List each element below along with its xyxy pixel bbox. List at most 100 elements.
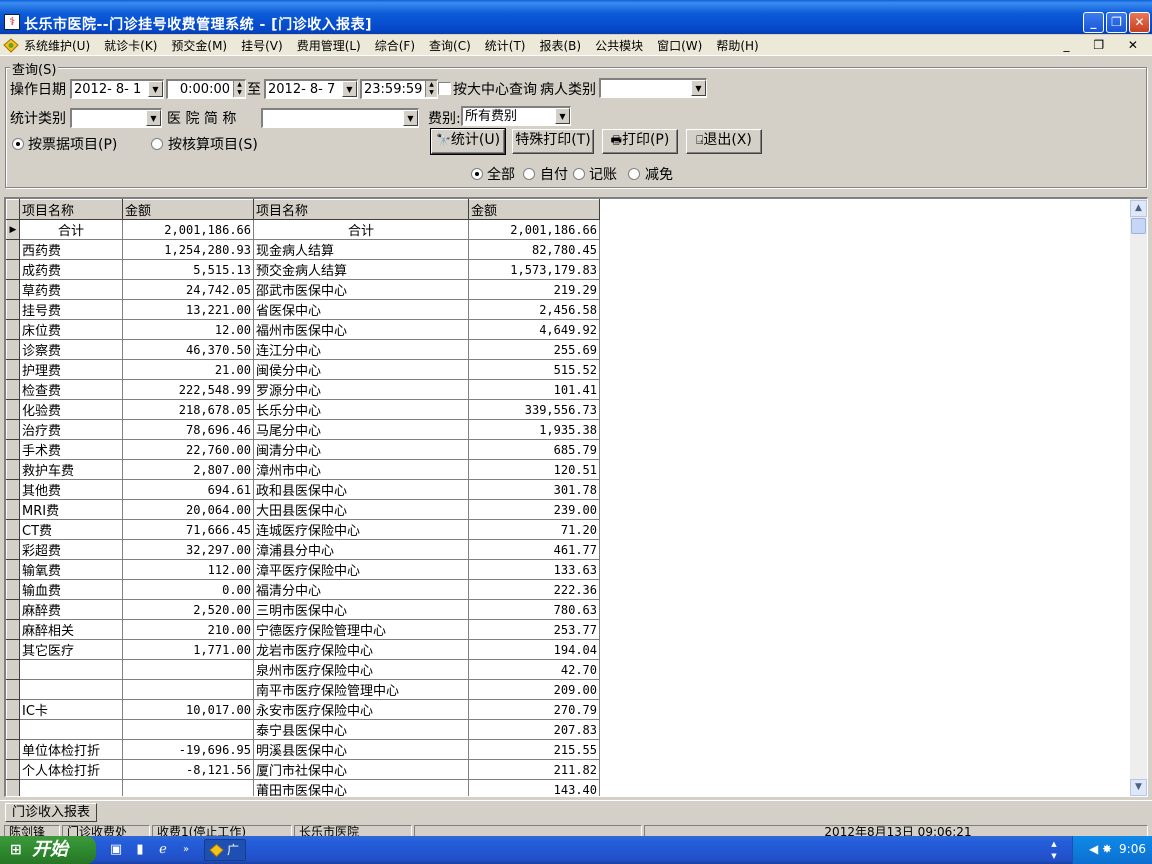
item-name-cell[interactable]: 单位体检打折: [19, 739, 123, 760]
table-row[interactable]: 莆田市医保中心 143.40: [6, 779, 600, 796]
amount-cell[interactable]: 78,696.46: [122, 419, 254, 440]
quicklaunch-more-icon[interactable]: »: [178, 842, 194, 858]
item-name-cell[interactable]: 明溪县医保中心: [253, 739, 469, 760]
table-row[interactable]: 床位费 12.00 福州市医保中心 4,649.92: [6, 319, 600, 340]
menu-statistics[interactable]: 统计(T): [485, 37, 526, 54]
row-indicator-cell[interactable]: [6, 359, 20, 380]
amount-cell[interactable]: 5,515.13: [122, 259, 254, 280]
row-indicator-cell[interactable]: [6, 739, 20, 760]
item-name-cell[interactable]: 政和县医保中心: [253, 479, 469, 500]
item-name-cell[interactable]: 床位费: [19, 319, 123, 340]
amount-cell[interactable]: 1,573,179.83: [468, 259, 600, 280]
tab-income-report[interactable]: 门诊收入报表: [5, 803, 98, 822]
spin-updown-icon[interactable]: ▲ ▼: [233, 81, 245, 97]
row-indicator-cell[interactable]: [6, 399, 20, 420]
item-name-cell[interactable]: 福清分中心: [253, 579, 469, 600]
item-name-cell[interactable]: 麻醉费: [19, 599, 123, 620]
row-indicator-cell[interactable]: [6, 339, 20, 360]
amount-cell[interactable]: 42.70: [468, 659, 600, 680]
item-name-cell[interactable]: 龙岩市医疗保险中心: [253, 639, 469, 660]
row-indicator-cell[interactable]: [6, 579, 20, 600]
end-time-input[interactable]: 23:59:59 ▲ ▼: [360, 79, 438, 99]
item-name-cell[interactable]: 输血费: [19, 579, 123, 600]
item-name-cell[interactable]: 福州市医保中心: [253, 319, 469, 340]
item-name-cell[interactable]: 合计: [19, 219, 123, 240]
menu-register[interactable]: 挂号(V): [241, 37, 283, 54]
payment-all-radio[interactable]: [471, 168, 483, 180]
amount-cell[interactable]: 120.51: [468, 459, 600, 480]
maximize-button[interactable]: ❐: [1106, 12, 1127, 33]
item-name-cell[interactable]: 三明市医保中心: [253, 599, 469, 620]
row-indicator-cell[interactable]: [6, 479, 20, 500]
item-name-cell[interactable]: 合计: [253, 219, 469, 240]
table-row[interactable]: 救护车费 2,807.00 漳州市中心 120.51: [6, 459, 600, 480]
start-button[interactable]: ⊞ 开始: [0, 836, 96, 864]
table-row[interactable]: 成药费 5,515.13 预交金病人结算 1,573,179.83: [6, 259, 600, 280]
mdi-window-controls[interactable]: _ ❐ ✕: [1064, 38, 1148, 52]
item-name-cell[interactable]: 闽侯分中心: [253, 359, 469, 380]
start-date-picker[interactable]: 2012- 8- 1 ▼: [70, 79, 164, 99]
row-indicator-cell[interactable]: [6, 759, 20, 780]
table-row[interactable]: 麻醉相关 210.00 宁德医疗保险管理中心 253.77: [6, 619, 600, 640]
item-name-cell[interactable]: 检查费: [19, 379, 123, 400]
stat-button[interactable]: 🔭统计(U): [430, 128, 506, 155]
row-indicator-cell[interactable]: [6, 659, 20, 680]
amount-cell[interactable]: 215.55: [468, 739, 600, 760]
item-name-cell[interactable]: 漳浦县分中心: [253, 539, 469, 560]
chevron-down-icon[interactable]: ▼: [555, 108, 570, 124]
item-name-cell[interactable]: [19, 779, 123, 796]
row-indicator-cell[interactable]: [6, 299, 20, 320]
amount-cell[interactable]: -19,696.95: [122, 739, 254, 760]
amount-cell[interactable]: 10,017.00: [122, 699, 254, 720]
header-amount-2[interactable]: 金额: [468, 199, 600, 220]
media-player-icon[interactable]: ▮: [132, 842, 148, 858]
item-name-cell[interactable]: 莆田市医保中心: [253, 779, 469, 796]
hospital-select[interactable]: ▼: [261, 108, 419, 128]
item-name-cell[interactable]: 西药费: [19, 239, 123, 260]
scroll-thumb[interactable]: [1131, 218, 1146, 234]
row-indicator-cell[interactable]: [6, 519, 20, 540]
table-row[interactable]: 手术费 22,760.00 闽清分中心 685.79: [6, 439, 600, 460]
amount-cell[interactable]: 209.00: [468, 679, 600, 700]
center-query-checkbox[interactable]: [438, 82, 451, 95]
taskbar-app-item[interactable]: 广: [204, 839, 246, 861]
row-indicator-cell[interactable]: [6, 539, 20, 560]
browser-icon[interactable]: ℯ: [155, 842, 171, 858]
table-row[interactable]: 泰宁县医保中心 207.83: [6, 719, 600, 740]
scroll-up-icon[interactable]: ▲: [1130, 200, 1147, 217]
table-row[interactable]: IC卡 10,017.00 永安市医疗保险中心 270.79: [6, 699, 600, 720]
amount-cell[interactable]: 2,456.58: [468, 299, 600, 320]
item-name-cell[interactable]: 手术费: [19, 439, 123, 460]
table-row[interactable]: 输血费 0.00 福清分中心 222.36: [6, 579, 600, 600]
table-row[interactable]: 草药费 24,742.05 邵武市医保中心 219.29: [6, 279, 600, 300]
table-row[interactable]: 挂号费 13,221.00 省医保中心 2,456.58: [6, 299, 600, 320]
stat-type-select[interactable]: ▼: [70, 108, 162, 128]
table-row[interactable]: 输氧费 112.00 漳平医疗保险中心 133.63: [6, 559, 600, 580]
amount-cell[interactable]: 685.79: [468, 439, 600, 460]
item-name-cell[interactable]: 连江分中心: [253, 339, 469, 360]
row-indicator-cell[interactable]: [6, 559, 20, 580]
item-name-cell[interactable]: 救护车费: [19, 459, 123, 480]
amount-cell[interactable]: 2,520.00: [122, 599, 254, 620]
taskbar-scroll-icon[interactable]: ▲ ▼: [1048, 838, 1060, 862]
fee-type-select[interactable]: 所有费别 ▼: [461, 106, 571, 126]
chevron-down-icon[interactable]: ▼: [342, 81, 357, 97]
row-indicator-cell[interactable]: [6, 419, 20, 440]
menu-query[interactable]: 查询(C): [429, 37, 471, 54]
menu-report[interactable]: 报表(B): [539, 37, 581, 54]
item-name-cell[interactable]: 草药费: [19, 279, 123, 300]
amount-cell[interactable]: 2,807.00: [122, 459, 254, 480]
menu-deposit[interactable]: 预交金(M): [171, 37, 227, 54]
table-row[interactable]: 彩超费 32,297.00 漳浦县分中心 461.77: [6, 539, 600, 560]
item-name-cell[interactable]: 马尾分中心: [253, 419, 469, 440]
item-name-cell[interactable]: 麻醉相关: [19, 619, 123, 640]
chevron-down-icon[interactable]: ▼: [148, 81, 163, 97]
amount-cell[interactable]: 101.41: [468, 379, 600, 400]
close-button[interactable]: ✕: [1129, 12, 1150, 33]
item-name-cell[interactable]: 连城医疗保险中心: [253, 519, 469, 540]
item-name-cell[interactable]: 漳州市中心: [253, 459, 469, 480]
amount-cell[interactable]: 194.04: [468, 639, 600, 660]
table-row[interactable]: 个人体检打折 -8,121.56 厦门市社保中心 211.82: [6, 759, 600, 780]
item-name-cell[interactable]: 诊察费: [19, 339, 123, 360]
row-indicator-cell[interactable]: [6, 719, 20, 740]
